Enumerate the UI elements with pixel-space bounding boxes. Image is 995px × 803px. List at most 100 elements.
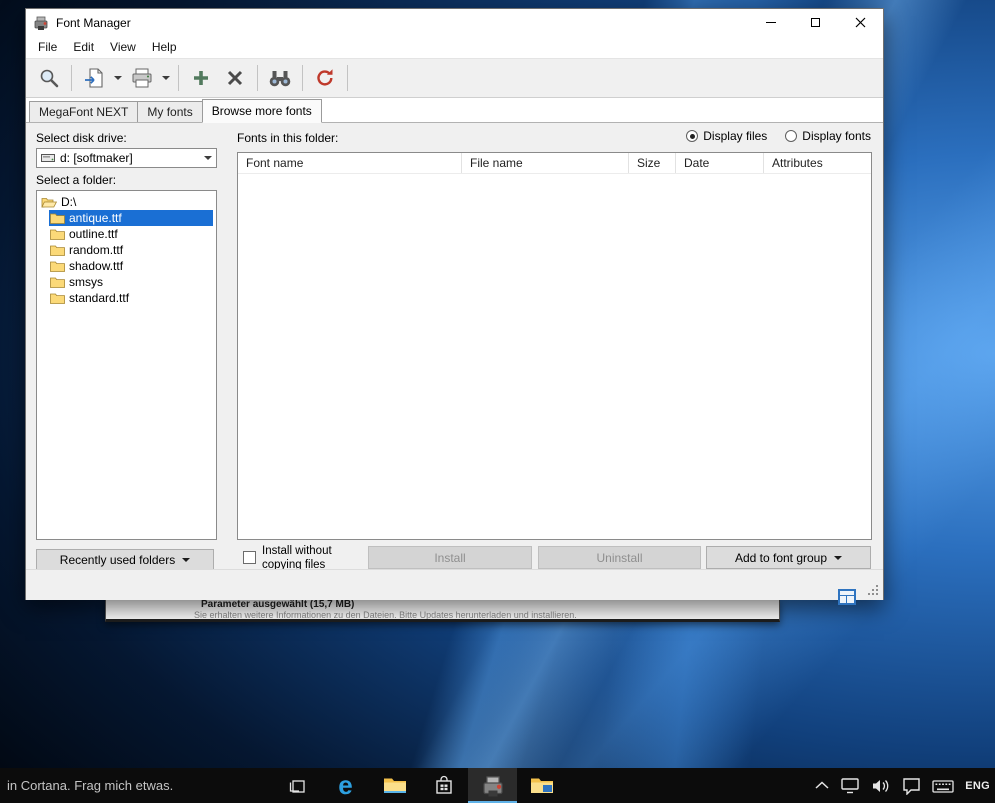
tree-item-root[interactable]: D:\	[37, 194, 216, 210]
tree-item-label: standard.ttf	[69, 291, 129, 305]
install-without-copying-checkbox[interactable]	[243, 551, 256, 564]
folder-window-button[interactable]	[517, 768, 566, 803]
radio-display-files-label: Display files	[703, 129, 767, 143]
printer-icon	[131, 68, 153, 88]
drive-combobox[interactable]: d: [softmaker]	[36, 148, 217, 168]
column-header-size[interactable]: Size	[629, 153, 676, 173]
edge-icon	[338, 772, 352, 799]
task-view-button[interactable]	[272, 768, 321, 803]
background-window-text-1: Parameter ausgewählt (15,7 MB)	[201, 600, 779, 610]
binoculars-icon	[268, 69, 292, 88]
file-explorer-button[interactable]	[370, 768, 419, 803]
print-dropdown[interactable]	[159, 63, 173, 93]
recently-used-folders-button[interactable]: Recently used folders	[36, 549, 214, 571]
font-manager-window: Font Manager File Edit View Help	[25, 8, 884, 600]
close-icon	[855, 17, 866, 28]
edge-browser-button[interactable]	[321, 768, 370, 803]
uninstall-button[interactable]: Uninstall	[538, 546, 701, 569]
touch-keyboard-icon[interactable]	[932, 778, 954, 794]
content-panel: Select disk drive: d: [softmaker] Select…	[26, 122, 883, 569]
volume-icon[interactable]	[871, 778, 891, 794]
folder-tree[interactable]: D:\ antique.ttf outline.ttf random.ttf	[36, 190, 217, 540]
tree-item[interactable]: standard.ttf	[37, 290, 216, 306]
system-tray: ENG	[815, 768, 995, 803]
folder-icon	[50, 260, 65, 272]
column-header-attributes[interactable]: Attributes	[764, 153, 871, 173]
delete-fonts-button[interactable]	[218, 63, 252, 93]
radio-display-files[interactable]: Display files	[686, 129, 767, 143]
tree-item-selected[interactable]: antique.ttf	[49, 210, 213, 226]
fonts-in-folder-label: Fonts in this folder:	[237, 131, 338, 145]
search-button[interactable]	[32, 63, 66, 93]
language-indicator[interactable]: ENG	[965, 780, 990, 792]
folder-icon	[50, 228, 65, 240]
tree-item-label: smsys	[69, 275, 103, 289]
column-header-font-name[interactable]: Font name	[238, 153, 462, 173]
titlebar[interactable]: Font Manager	[26, 9, 883, 36]
open-file-dropdown[interactable]	[111, 63, 125, 93]
font-manager-taskbar-button[interactable]	[468, 768, 517, 803]
install-button-label: Install	[434, 551, 465, 565]
network-icon[interactable]	[840, 777, 860, 794]
menu-help[interactable]: Help	[144, 37, 185, 57]
maximize-button[interactable]	[793, 9, 838, 36]
tab-megafont-next[interactable]: MegaFont NEXT	[29, 101, 138, 122]
menu-view[interactable]: View	[102, 37, 144, 57]
radio-display-fonts-label: Display fonts	[802, 129, 871, 143]
minimize-icon	[766, 22, 776, 23]
minimize-button[interactable]	[748, 9, 793, 36]
toolbar-separator	[257, 65, 258, 91]
tree-item[interactable]: shadow.ttf	[37, 258, 216, 274]
open-file-button[interactable]	[77, 63, 111, 93]
chevron-down-icon	[114, 76, 122, 80]
folder-icon	[50, 244, 65, 256]
folder-label: Select a folder:	[36, 173, 116, 187]
taskbar: in Cortana. Frag mich etwas. ENG	[0, 768, 995, 803]
font-table-body-empty[interactable]	[238, 174, 871, 539]
taskbar-icons	[272, 768, 566, 803]
tab-browse-more-fonts[interactable]: Browse more fonts	[202, 99, 322, 123]
window-title: Font Manager	[56, 16, 131, 30]
tab-my-fonts[interactable]: My fonts	[137, 101, 202, 122]
chevron-down-icon	[162, 76, 170, 80]
column-header-file-name[interactable]: File name	[462, 153, 629, 173]
toolbar-separator	[347, 65, 348, 91]
tree-item[interactable]: smsys	[37, 274, 216, 290]
tree-item[interactable]: random.ttf	[37, 242, 216, 258]
search-icon	[38, 67, 60, 89]
print-button[interactable]	[125, 63, 159, 93]
delete-icon	[226, 69, 244, 87]
radio-display-fonts[interactable]: Display fonts	[785, 129, 871, 143]
drive-icon	[41, 153, 55, 163]
install-button[interactable]: Install	[368, 546, 532, 569]
feedback-icon[interactable]	[902, 777, 921, 795]
statusbar	[26, 569, 883, 600]
add-fonts-button[interactable]	[184, 63, 218, 93]
open-folder-icon	[41, 196, 57, 208]
find-button[interactable]	[263, 63, 297, 93]
store-button[interactable]	[419, 768, 468, 803]
close-button[interactable]	[838, 9, 883, 36]
column-header-date[interactable]: Date	[676, 153, 764, 173]
toolbar-separator	[302, 65, 303, 91]
background-window-text-2: Sie erhalten weitere Informationen zu de…	[194, 611, 779, 620]
cortana-search-text[interactable]: in Cortana. Frag mich etwas.	[7, 778, 173, 793]
refresh-button[interactable]	[308, 63, 342, 93]
tray-expand-icon[interactable]	[815, 781, 829, 790]
app-icon	[33, 15, 49, 31]
tree-item-label: outline.ttf	[69, 227, 118, 241]
tab-strip: MegaFont NEXT My fonts Browse more fonts	[26, 98, 883, 122]
add-to-font-group-button[interactable]: Add to font group	[706, 546, 871, 569]
tree-item-label: random.ttf	[69, 243, 123, 257]
tree-item[interactable]: outline.ttf	[37, 226, 216, 242]
tree-item[interactable]: antique.ttf	[37, 210, 216, 226]
menu-file[interactable]: File	[30, 37, 65, 57]
background-window: Parameter ausgewählt (15,7 MB) Sie erhal…	[105, 600, 780, 622]
menu-edit[interactable]: Edit	[65, 37, 102, 57]
drive-dropdown-button[interactable]	[200, 149, 216, 167]
resize-grip[interactable]	[866, 583, 880, 597]
background-app-icon	[838, 589, 856, 605]
folder-icon	[50, 292, 65, 304]
chevron-down-icon	[204, 156, 212, 160]
drive-label: Select disk drive:	[36, 131, 127, 145]
